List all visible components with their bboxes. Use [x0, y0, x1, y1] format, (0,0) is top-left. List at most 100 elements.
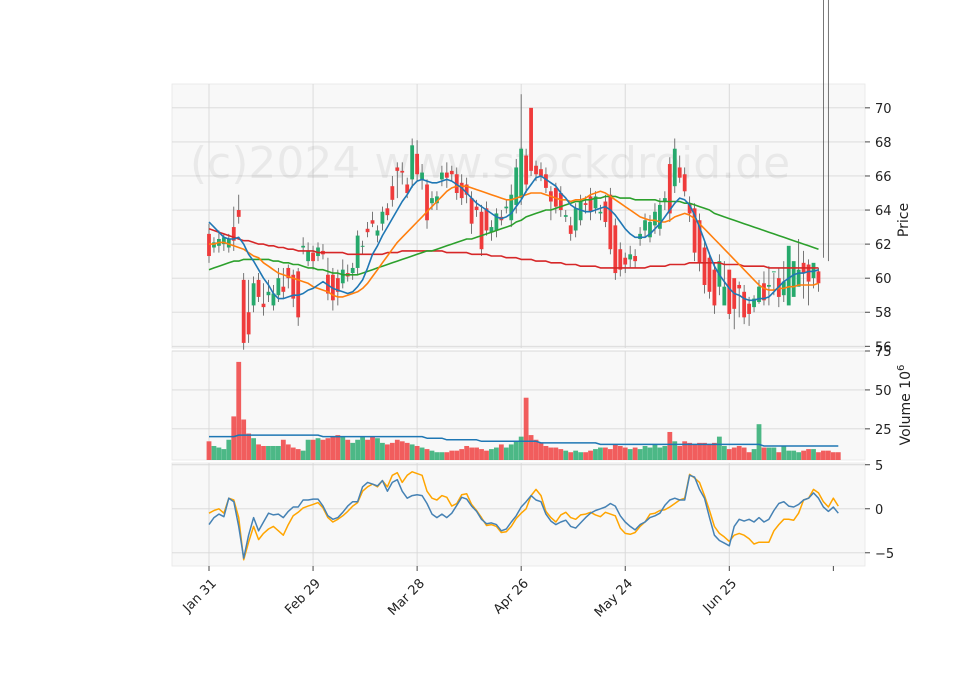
volume-bar [692, 444, 697, 460]
volume-bar [538, 442, 544, 460]
candle-body [449, 170, 454, 175]
y-tick-label: −5 [875, 547, 894, 562]
volume-bar [340, 436, 346, 460]
x-tick-label: Jan 31 [180, 576, 220, 616]
volume-bar [657, 447, 663, 460]
volume-bar [295, 449, 301, 460]
volume-bar [251, 438, 256, 460]
volume-bar [662, 445, 668, 460]
candle-body [236, 210, 241, 217]
volume-bar [756, 424, 762, 460]
volume-bar [637, 449, 643, 460]
candle-body [747, 303, 751, 314]
volume-bar [275, 445, 281, 460]
volume-bar [355, 439, 361, 460]
candle-body [539, 169, 543, 176]
volume-bar [290, 447, 296, 460]
volume-bar [261, 445, 266, 460]
volume-bar [622, 447, 628, 460]
volume-bar [835, 452, 841, 460]
volume-bar [454, 450, 460, 460]
candle-body [618, 249, 623, 270]
x-tick-label: Jun 25 [700, 576, 740, 616]
volume-bar [791, 450, 797, 460]
volume-bar [712, 442, 717, 460]
candle-body [702, 247, 707, 285]
volume-bar [806, 449, 811, 460]
volume-bar [493, 447, 499, 460]
volume-bar [498, 444, 504, 460]
candle-body [430, 198, 434, 204]
volume-bar [365, 439, 370, 460]
candle-body [791, 261, 796, 297]
volume-bar [612, 444, 618, 460]
volume-bar [414, 445, 420, 460]
candle-body [628, 254, 633, 260]
candle-body [529, 107, 533, 171]
candle-body [395, 167, 400, 171]
volume-bar [667, 431, 673, 460]
volume-bar [677, 445, 683, 460]
candle-body [613, 225, 618, 274]
y-tick-label: 70 [875, 102, 892, 117]
volume-bar [464, 445, 470, 460]
volume-bar [206, 441, 212, 460]
candle-body [439, 172, 444, 180]
volume-bar [345, 439, 351, 460]
x-tick-label: May 24 [592, 576, 636, 620]
volume-bar [588, 450, 593, 460]
volume-bar [607, 449, 613, 460]
volume-bar [444, 452, 450, 460]
candle-body [385, 208, 390, 216]
volume-bar [558, 449, 564, 460]
y-tick-label: 66 [875, 170, 892, 185]
y-tick-label: 68 [875, 136, 892, 151]
volume-bar [320, 439, 326, 460]
volume-bar [796, 452, 802, 460]
volume-bar [578, 452, 584, 460]
volume-bar [617, 445, 623, 460]
candle-body [276, 278, 281, 296]
candle-body [677, 167, 682, 178]
candle-body [816, 271, 821, 284]
volume-bar [246, 433, 252, 460]
volume-bar [404, 442, 410, 460]
volume-bar [548, 447, 554, 460]
candle-body [266, 291, 271, 296]
volume-bar [335, 435, 341, 460]
volume-bar [568, 452, 574, 460]
candle-body [360, 245, 365, 247]
volume-bar [449, 450, 455, 460]
volume-bar [721, 445, 727, 460]
candle-body [340, 269, 345, 284]
volume-bar [484, 450, 489, 460]
candle-body [633, 256, 638, 262]
volume-bar [300, 450, 306, 460]
candle-body [380, 211, 385, 224]
y-tick-label: 50 [875, 384, 892, 399]
volume-bar [226, 439, 232, 460]
volume-bar [479, 449, 484, 460]
candle-body [256, 279, 261, 297]
volume-bar [771, 447, 777, 460]
volume-bar [375, 438, 380, 460]
candle-body [301, 245, 306, 248]
volume-bar [231, 416, 237, 460]
candle-body [519, 148, 524, 199]
volume-bar [563, 450, 569, 460]
y-tick-label: 25 [875, 423, 892, 438]
y-tick-label: 75 [875, 345, 892, 360]
volume-bar [315, 438, 321, 460]
candle-body [712, 269, 717, 306]
volume-bar [632, 447, 638, 460]
volume-bar [241, 419, 247, 460]
volume-bar [266, 445, 271, 460]
volume-bar [399, 441, 405, 460]
y-tick-label: 62 [875, 238, 892, 253]
candle-body [355, 235, 360, 268]
candle-body [350, 267, 355, 274]
volume-bar [384, 444, 390, 460]
volume-bar [702, 442, 707, 460]
volume-bar [766, 447, 772, 460]
volume-bar [533, 439, 539, 460]
